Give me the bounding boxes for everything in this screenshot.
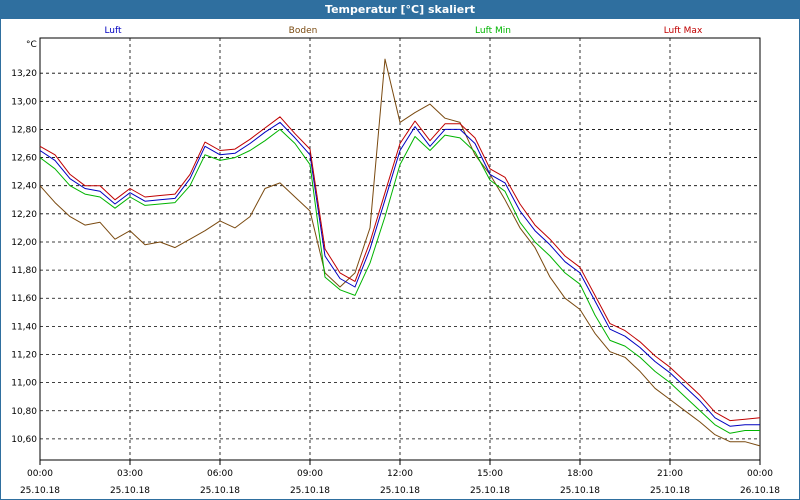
grid	[40, 38, 760, 460]
y-axis-ticks: 13,20 13,00 12,80 12,60 12,40 12,20 12,00 11,80…	[11, 69, 37, 445]
y-tick-label: 12,00	[11, 238, 37, 248]
x-tick-time: 15:00	[477, 469, 503, 479]
y-tick-label: 11,00	[11, 379, 37, 389]
y-tick-label: 12,80	[11, 125, 37, 135]
y-tick-label: 10,80	[11, 407, 37, 417]
x-tick-time: 03:00	[117, 469, 143, 479]
y-tick-label: 12,40	[11, 182, 37, 192]
x-tick-time: 00:00	[27, 469, 53, 479]
x-tick-date: 25.10.18	[470, 486, 510, 496]
y-tick-label: 11,20	[11, 351, 37, 361]
line-chart: Luft Boden Luft Min Luft Max °C 13,2013,001…	[11, 26, 780, 496]
y-tick-label: 13,00	[11, 97, 37, 107]
x-tick-time: 12:00	[387, 469, 413, 479]
legend-entry: Luft	[104, 26, 122, 36]
x-tick-date: 25.10.18	[560, 486, 600, 496]
y-tick-label: 11,80	[11, 266, 37, 276]
x-tick-time: 09:00	[297, 469, 323, 479]
x-tick-date: 25.10.18	[380, 486, 420, 496]
x-tick-date: 25.10.18	[110, 486, 150, 496]
legend-entry: Boden	[289, 26, 318, 36]
x-axis-ticks: 00:00 25.10.18 03:00 25.10.18 06:00 25.10.18 0…	[20, 460, 780, 496]
legend: Luft Boden Luft Min Luft Max	[104, 26, 703, 36]
x-tick-time: 21:00	[657, 469, 683, 479]
y-tick-label: 12,20	[11, 210, 37, 220]
x-tick-date: 25.10.18	[650, 486, 690, 496]
y-unit-label: °C	[26, 40, 37, 50]
x-tick-time: 18:00	[567, 469, 593, 479]
legend-entry: Luft Min	[475, 26, 511, 36]
y-tick-label: 12,60	[11, 154, 37, 164]
y-tick-label: 11,60	[11, 294, 37, 304]
x-tick-date: 25.10.18	[20, 486, 60, 496]
x-tick-time: 06:00	[207, 469, 233, 479]
x-tick-date: 25.10.18	[200, 486, 240, 496]
y-tick-label: 13,20	[11, 69, 37, 79]
legend-entry: Luft Max	[664, 26, 703, 36]
x-tick-date: 25.10.18	[290, 486, 330, 496]
y-tick-label: 10,60	[11, 435, 37, 445]
x-tick-time: 00:00	[747, 469, 773, 479]
x-tick-date: 26.10.18	[740, 486, 780, 496]
y-tick-label: 11,40	[11, 322, 37, 332]
